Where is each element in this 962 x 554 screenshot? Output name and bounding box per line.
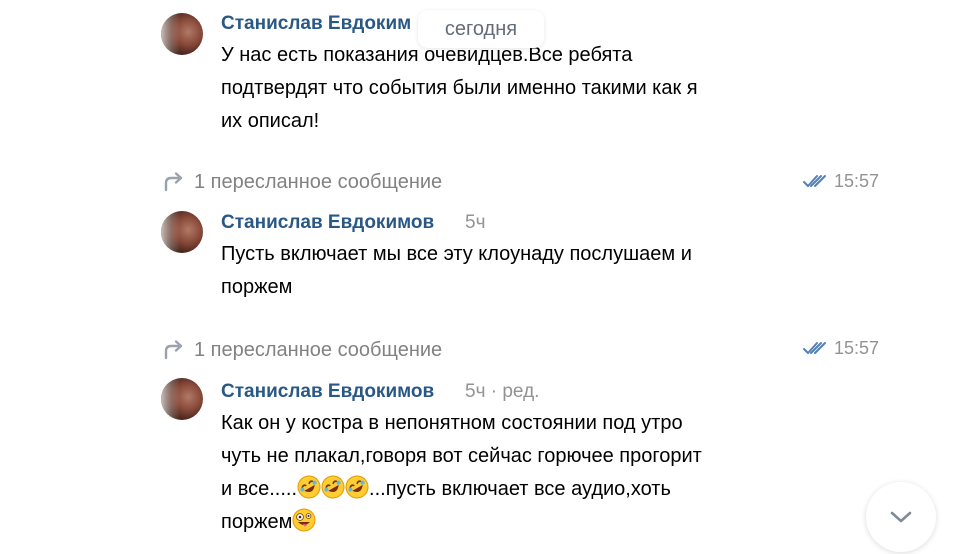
message-text-fragment: поржем [221, 511, 293, 533]
date-divider: сегодня [418, 10, 544, 48]
message-time: 15:57 [834, 337, 880, 358]
message-line: Пусть включает мы все эту клоунаду послу… [221, 243, 692, 265]
message-status: 15:57 [802, 166, 879, 196]
forwarded-message-link[interactable]: 1 пересланное сообщение [160, 167, 442, 197]
avatar[interactable] [161, 211, 203, 253]
message-text-fragment: и все..... [221, 478, 298, 500]
message-text-fragment: ...пусть включает все аудио,хоть [369, 478, 671, 500]
double-check-icon [803, 342, 826, 354]
message-line: поржем [221, 276, 293, 298]
message-line-with-emoji: поржем [221, 506, 702, 539]
message-timestamp[interactable]: 5ч · ред. [465, 381, 539, 403]
message-line: подтвердят что события были именно таким… [221, 77, 698, 99]
date-label: сегодня [444, 17, 518, 40]
author-name[interactable]: Станислав Евдокимов [221, 381, 434, 403]
message-line-with-emoji: и все..... ...пусть включает все аудио,хо… [221, 473, 702, 506]
message-text: Пусть включает мы все эту клоунаду послу… [221, 238, 692, 304]
forwarded-message-link[interactable]: 1 пересланное сообщение [160, 335, 442, 365]
message-text: У нас есть показания очевидцев.Все ребят… [221, 39, 698, 138]
rolling-on-floor-laughing-emoji [321, 475, 345, 499]
rolling-on-floor-laughing-emoji [345, 475, 369, 499]
message-line: Как он у костра в непонятном состоянии п… [221, 412, 683, 434]
double-check-icon [803, 175, 826, 187]
message-line: их описал! [221, 110, 320, 132]
message-status: 15:57 [802, 333, 879, 363]
message-line: чуть не плакал,говоря вот сейчас горючее… [221, 445, 702, 467]
message-text: Как он у костра в непонятном состоянии п… [221, 407, 702, 539]
chevron-down-icon [890, 511, 912, 523]
forward-arrow-icon [164, 172, 183, 192]
author-name[interactable]: Станислав Евдоким [221, 13, 411, 35]
avatar[interactable] [161, 13, 203, 55]
zany-face-emoji [292, 508, 316, 532]
message-timestamp[interactable]: 5ч [465, 212, 485, 234]
scroll-down-button[interactable] [866, 482, 936, 552]
avatar[interactable] [161, 378, 203, 420]
forwarded-label: 1 пересланное сообщение [194, 338, 443, 361]
forwarded-label: 1 пересланное сообщение [194, 170, 443, 193]
message-time: 15:57 [834, 170, 880, 191]
rolling-on-floor-laughing-emoji [297, 475, 321, 499]
forward-arrow-icon [164, 340, 183, 360]
author-name[interactable]: Станислав Евдокимов [221, 212, 434, 234]
